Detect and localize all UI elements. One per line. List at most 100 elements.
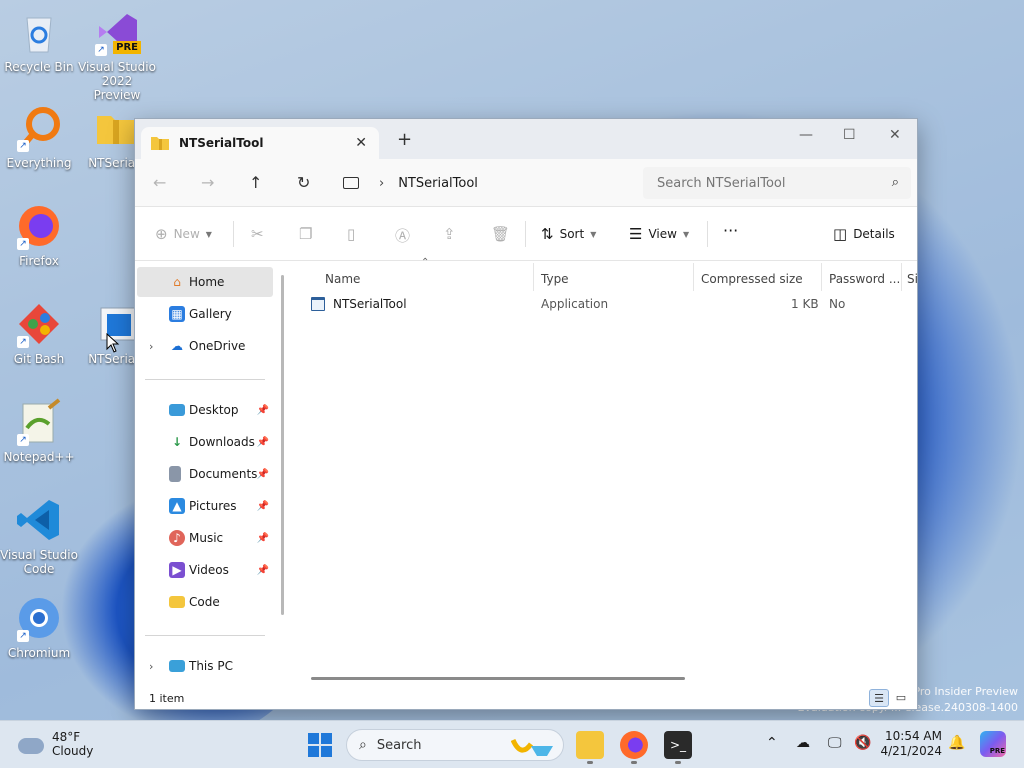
- network-icon[interactable]: 🖵: [828, 735, 842, 751]
- sidebar-item-home[interactable]: ⌂ Home: [137, 267, 273, 297]
- new-button[interactable]: ⊕ New ▼: [155, 225, 212, 243]
- weather-temperature: 48°F: [52, 730, 81, 744]
- scissors-icon: ✂: [251, 225, 264, 243]
- sidebar-item-downloads[interactable]: ↓ Downloads 📌: [137, 427, 273, 457]
- tiles-view-button[interactable]: ▭: [891, 689, 911, 707]
- chevron-up-icon[interactable]: ⌃: [766, 735, 778, 751]
- notification-bell-icon[interactable]: 🔔: [948, 735, 965, 751]
- volume-muted-icon[interactable]: 🔇: [854, 735, 871, 751]
- column-header-password[interactable]: Password ...: [829, 267, 900, 291]
- up-arrow-icon[interactable]: ↑: [249, 173, 262, 192]
- horizontal-scrollbar[interactable]: [311, 677, 685, 680]
- sidebar-item-code[interactable]: Code: [137, 587, 273, 617]
- pin-icon[interactable]: 📌: [257, 437, 269, 448]
- rename-button[interactable]: Ⓐ: [395, 225, 416, 246]
- pin-icon[interactable]: 📌: [257, 533, 269, 544]
- sidebar-item-music[interactable]: ♪ Music 📌: [137, 523, 273, 553]
- chevron-right-icon[interactable]: ›: [379, 176, 384, 191]
- chevron-down-icon: ▼: [682, 229, 690, 239]
- column-divider[interactable]: [693, 263, 694, 291]
- cut-button[interactable]: ✂: [251, 225, 270, 243]
- clock[interactable]: 10:54 AM 4/21/2024: [876, 729, 942, 759]
- sidebar-item-onedrive[interactable]: › ☁ OneDrive: [137, 331, 273, 361]
- weather-widget[interactable]: 48°F Cloudy: [18, 730, 93, 758]
- sidebar-item-desktop[interactable]: Desktop 📌: [137, 395, 273, 425]
- sidebar-item-documents[interactable]: Documents 📌: [137, 459, 273, 489]
- desktop-icon-recycle-bin[interactable]: Recycle Bin: [0, 8, 78, 74]
- pin-icon[interactable]: 📌: [257, 501, 269, 512]
- column-divider[interactable]: [901, 263, 902, 291]
- new-tab-button[interactable]: +: [397, 131, 412, 149]
- table-row[interactable]: NTSerialTool Application 1 KB No: [307, 293, 917, 317]
- desktop-icon-notepad-plus-plus[interactable]: ↗ Notepad++: [0, 398, 78, 464]
- cell-password: No: [829, 297, 846, 311]
- onedrive-offline-icon[interactable]: ☁: [796, 735, 810, 751]
- this-pc-icon: [343, 177, 359, 189]
- shortcut-arrow-icon: ↗: [17, 336, 29, 348]
- taskbar-firefox[interactable]: [620, 731, 648, 759]
- start-button[interactable]: [308, 733, 332, 757]
- back-arrow-icon[interactable]: ←: [153, 173, 166, 192]
- refresh-icon[interactable]: ↻: [297, 173, 310, 192]
- close-tab-button[interactable]: ✕: [355, 135, 367, 151]
- taskbar-file-explorer[interactable]: [576, 731, 604, 759]
- sidebar-item-videos[interactable]: ▶ Videos 📌: [137, 555, 273, 585]
- tab-ntserialtool[interactable]: NTSerialTool ✕: [141, 127, 379, 159]
- column-header-size[interactable]: Si: [907, 267, 918, 291]
- clock-time: 10:54 AM: [885, 729, 942, 743]
- weather-condition: Cloudy: [52, 744, 94, 758]
- command-bar: ⊕ New ▼ ✂ ❐ ▯ Ⓐ ⇪ 🗑 ⇅ Sort ▼ ☰ View ▼ ··…: [135, 207, 917, 261]
- search-box[interactable]: ⌕: [643, 167, 911, 199]
- sidebar-item-pictures[interactable]: ▲ Pictures 📌: [137, 491, 273, 521]
- taskbar-search[interactable]: ⌕ Search: [346, 729, 564, 761]
- gallery-icon: ▦: [169, 306, 185, 322]
- paste-button[interactable]: ▯: [347, 225, 361, 243]
- copy-button[interactable]: ❐: [299, 225, 318, 243]
- desktop-icon-label: Chromium: [7, 646, 71, 660]
- minimize-button[interactable]: —: [799, 127, 813, 143]
- desktop-icon-visual-studio-code[interactable]: Visual Studio Code: [0, 496, 78, 576]
- pin-icon[interactable]: 📌: [257, 405, 269, 416]
- sidebar-item-gallery[interactable]: ▦ Gallery: [137, 299, 273, 329]
- desktop-icon-git-bash[interactable]: ↗ Git Bash: [0, 300, 78, 366]
- chevron-down-icon: ▼: [205, 229, 212, 239]
- chevron-right-icon[interactable]: ›: [149, 340, 153, 353]
- forward-arrow-icon[interactable]: →: [201, 173, 214, 192]
- address-field[interactable]: › NTSerialTool: [341, 167, 635, 199]
- chevron-right-icon[interactable]: ›: [149, 660, 153, 673]
- cloud-icon: [18, 738, 44, 754]
- close-window-button[interactable]: ✕: [889, 127, 901, 143]
- more-options-button[interactable]: ···: [723, 221, 738, 240]
- share-button[interactable]: ⇪: [443, 225, 462, 243]
- pin-icon[interactable]: 📌: [257, 565, 269, 576]
- maximize-button[interactable]: ☐: [843, 127, 856, 143]
- shortcut-arrow-icon: ↗: [17, 434, 29, 446]
- column-divider[interactable]: [533, 263, 534, 291]
- details-pane-button[interactable]: ◫ Details: [833, 225, 895, 243]
- running-indicator: [631, 761, 637, 764]
- chevron-down-icon: ▼: [590, 229, 597, 239]
- desktop-icon-everything[interactable]: ↗ Everything: [0, 104, 78, 170]
- desktop-icon-visual-studio-2022-preview[interactable]: ↗ PRE Visual Studio 2022 Preview: [78, 8, 156, 102]
- search-input[interactable]: [657, 175, 857, 191]
- recycle-bin-icon: [15, 8, 63, 56]
- column-divider[interactable]: [821, 263, 822, 291]
- column-header-name[interactable]: Name: [325, 267, 360, 291]
- desktop-icon-firefox[interactable]: ↗ Firefox: [0, 202, 78, 268]
- delete-button[interactable]: 🗑: [491, 225, 516, 243]
- desktop-icon-chromium[interactable]: ↗ Chromium: [0, 594, 78, 660]
- copilot-icon[interactable]: PRE: [980, 731, 1006, 757]
- sidebar-item-this-pc[interactable]: › This PC: [137, 651, 273, 681]
- view-button[interactable]: ☰ View ▼: [629, 225, 689, 243]
- breadcrumb-ntserialtool[interactable]: NTSerialTool: [398, 176, 478, 191]
- pin-icon[interactable]: 📌: [257, 469, 269, 480]
- details-view-button[interactable]: ☰: [869, 689, 889, 707]
- taskbar-terminal[interactable]: >_: [664, 731, 692, 759]
- sort-button[interactable]: ⇅ Sort ▼: [541, 225, 596, 243]
- terminal-icon: >_: [669, 738, 687, 752]
- sidebar-scrollbar[interactable]: [281, 275, 284, 615]
- document-icon: [169, 466, 181, 482]
- column-header-compressed-size[interactable]: Compressed size: [701, 267, 803, 291]
- column-header-type[interactable]: Type: [541, 267, 569, 291]
- search-icon[interactable]: ⌕: [892, 175, 899, 190]
